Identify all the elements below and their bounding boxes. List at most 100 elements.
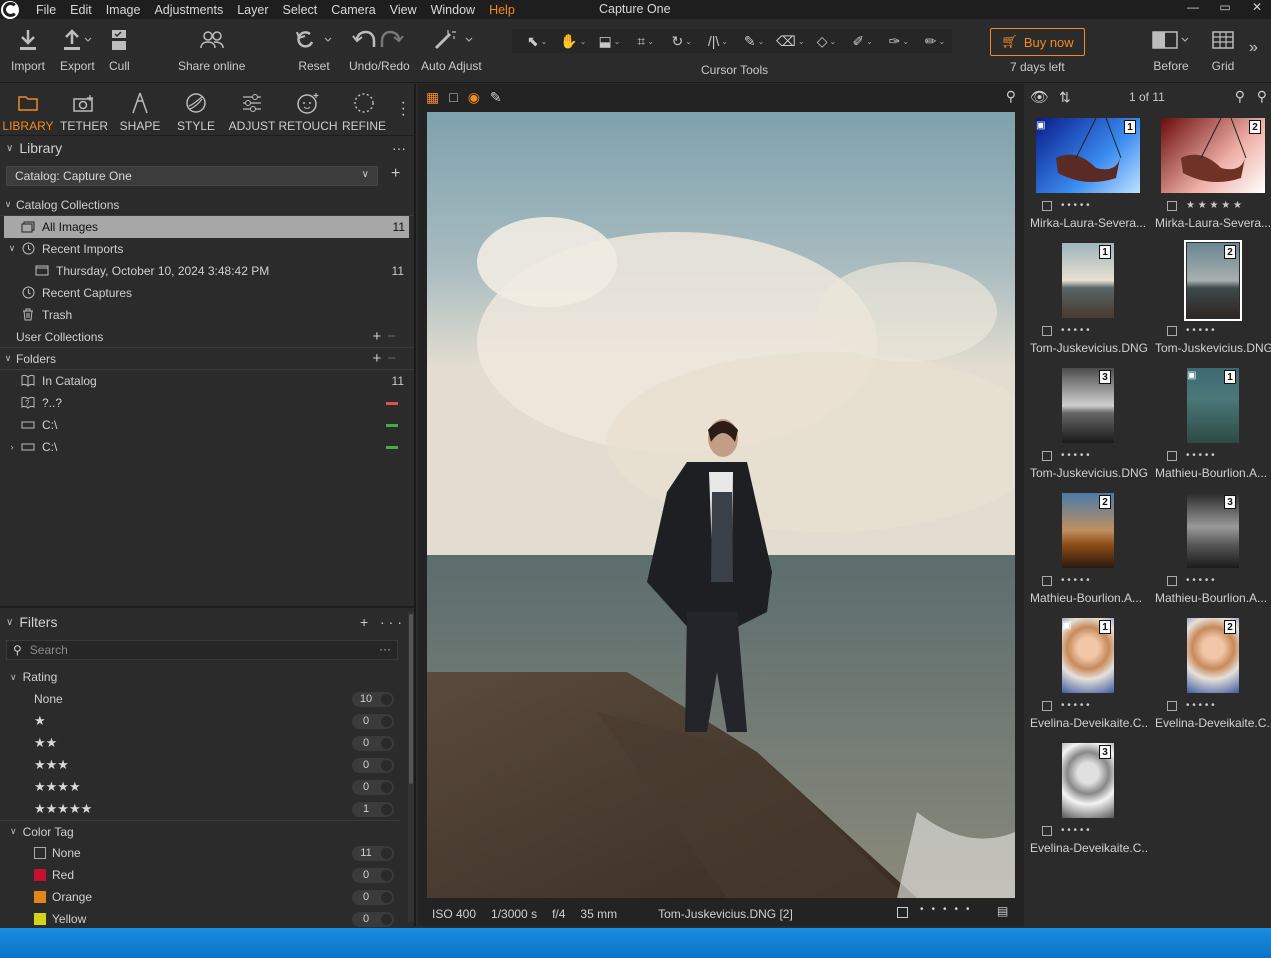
thumbnail-9[interactable]: ▣ 1 • • • • • Evelina-Deveikaite.C... bbox=[1026, 614, 1148, 739]
crop-tool-icon[interactable]: ⌗ ⌄ bbox=[629, 31, 663, 51]
tab-retouch[interactable]: RETOUCH bbox=[278, 84, 338, 135]
menu-window[interactable]: Window bbox=[431, 3, 475, 17]
close-icon[interactable]: ✕ bbox=[1251, 0, 1263, 14]
cull-button[interactable]: Cull bbox=[109, 25, 130, 73]
brush-tool-icon[interactable]: ✐ ⌄ bbox=[846, 31, 880, 51]
tab-shape[interactable]: SHAPE bbox=[112, 84, 168, 135]
hand-tool-icon[interactable]: ✋ ⌄ bbox=[556, 31, 590, 51]
keystone-tool-icon[interactable]: /|\ ⌄ bbox=[701, 31, 735, 51]
annotation-icon[interactable]: ✎ bbox=[490, 89, 502, 106]
rating-filter-5[interactable]: ★★★★★ 1 bbox=[0, 798, 400, 820]
folder-unknown[interactable]: ? ?..? bbox=[0, 392, 414, 414]
add-catalog-icon[interactable]: + bbox=[391, 165, 400, 183]
annotate-tool-icon[interactable]: ✏ ⌄ bbox=[918, 31, 952, 51]
select-cursor-icon[interactable]: ⬉ ⌄ bbox=[520, 31, 554, 51]
add-filter-icon[interactable]: + ··· bbox=[360, 614, 406, 630]
mask-tool-icon[interactable]: ◇ ⌄ bbox=[809, 31, 843, 51]
multi-view-icon[interactable]: ▦ bbox=[426, 89, 439, 106]
thumbnail-1[interactable]: ▣ 1 • • • • • Mirka-Laura-Severa... bbox=[1026, 114, 1148, 239]
folders-header[interactable]: ∨ Folders +− bbox=[0, 348, 414, 370]
menu-view[interactable]: View bbox=[390, 3, 417, 17]
auto-adjust-button[interactable]: Auto Adjust bbox=[421, 25, 482, 73]
rating-filter-1[interactable]: ★ 0 bbox=[0, 710, 400, 732]
color-filter-orange[interactable]: Orange 0 bbox=[0, 886, 400, 908]
grid-button[interactable]: Grid bbox=[1211, 25, 1235, 73]
more-horizontal-icon[interactable]: ··· bbox=[379, 642, 391, 656]
zoom-icon[interactable]: ⚲ bbox=[1235, 88, 1245, 105]
search-icon[interactable]: ⚲ bbox=[1257, 88, 1267, 105]
tab-tether[interactable]: TETHER bbox=[56, 84, 112, 135]
minimize-icon[interactable]: — bbox=[1187, 0, 1199, 14]
rating-filter-3[interactable]: ★★★ 0 bbox=[0, 754, 400, 776]
color-filter-yellow[interactable]: Yellow 0 bbox=[0, 908, 400, 930]
sort-icon[interactable]: ⇅ bbox=[1059, 89, 1071, 106]
color-filter-none[interactable]: None 11 bbox=[0, 842, 400, 864]
chevron-right-icon[interactable]: › bbox=[4, 442, 20, 452]
zoom-icon[interactable]: ⚲ bbox=[1006, 88, 1016, 105]
collection-trash[interactable]: Trash bbox=[0, 304, 414, 326]
thumb-rating[interactable]: ★ ★ ★ ★ ★ bbox=[1167, 200, 1242, 211]
thumb-rating[interactable]: • • • • • bbox=[1167, 700, 1215, 711]
rating-filter-4[interactable]: ★★★★ 0 bbox=[0, 776, 400, 798]
toolbar-overflow-icon[interactable]: » bbox=[1249, 39, 1258, 57]
reset-button[interactable]: Reset bbox=[294, 25, 334, 73]
collection-all-images[interactable]: All Images 11 bbox=[4, 216, 409, 238]
catalog-dropdown[interactable]: Catalog: Capture One ∨ bbox=[6, 166, 378, 186]
thumb-rating[interactable]: • • • • • bbox=[1167, 575, 1215, 586]
picker-tool-icon[interactable]: ✑ ⌄ bbox=[882, 31, 916, 51]
thumbnail-7[interactable]: 2 • • • • • Mathieu-Bourlion.A... bbox=[1026, 489, 1148, 614]
folder-in-catalog[interactable]: In Catalog 11 bbox=[0, 370, 414, 392]
menu-adjustments[interactable]: Adjustments bbox=[154, 3, 223, 17]
thumbnail-10[interactable]: 2 • • • • • Evelina-Deveikaite.C... bbox=[1151, 614, 1271, 739]
single-view-icon[interactable]: □ bbox=[449, 89, 457, 105]
thumb-rating[interactable]: • • • • • bbox=[1042, 200, 1090, 211]
tab-library[interactable]: LIBRARY bbox=[0, 84, 56, 135]
filters-scrollbar[interactable] bbox=[408, 612, 414, 922]
add-remove-icon[interactable]: +− bbox=[372, 350, 402, 367]
menu-image[interactable]: Image bbox=[106, 3, 141, 17]
color-tag-header[interactable]: ∨ Color Tag bbox=[0, 820, 400, 842]
thumb-rating[interactable]: • • • • • bbox=[1167, 325, 1215, 336]
maximize-icon[interactable]: ▭ bbox=[1219, 0, 1231, 14]
rating-header[interactable]: ∨ Rating bbox=[0, 666, 400, 688]
tab-style[interactable]: STYLE bbox=[168, 84, 224, 135]
collection-recent-imports[interactable]: ∨ Recent Imports bbox=[0, 238, 414, 260]
library-section-header[interactable]: ∨ Library ··· bbox=[0, 136, 414, 160]
import-button[interactable]: Import bbox=[11, 25, 45, 73]
thumbnail-11[interactable]: 3 • • • • • Evelina-Deveikaite.C... bbox=[1026, 739, 1148, 864]
thumb-rating[interactable]: • • • • • bbox=[1042, 575, 1090, 586]
thumbnail-6[interactable]: ▣ 1 • • • • • Mathieu-Bourlion.A... bbox=[1151, 364, 1271, 489]
buy-now-button[interactable]: 🛒︎ Buy now bbox=[990, 28, 1085, 56]
color-filter-red[interactable]: Red 0 bbox=[0, 864, 400, 886]
more-vertical-icon[interactable]: · · · bbox=[401, 95, 406, 123]
catalog-collections-header[interactable]: ∨ Catalog Collections bbox=[0, 194, 414, 216]
thumbnail-5[interactable]: 3 • • • • • Tom-Juskevicius.DNG bbox=[1026, 364, 1148, 489]
eye-icon[interactable]: 👁︎ bbox=[1030, 88, 1049, 106]
tab-refine[interactable]: REFINE bbox=[336, 84, 392, 135]
collection-import-date[interactable]: Thursday, October 10, 2024 3:48:42 PM 11 bbox=[0, 260, 414, 282]
collection-recent-captures[interactable]: Recent Captures bbox=[0, 282, 414, 304]
app-logo-icon[interactable] bbox=[1, 0, 19, 19]
menu-layer[interactable]: Layer bbox=[237, 3, 268, 17]
undo-redo-button[interactable]: Undo/Redo bbox=[349, 25, 410, 73]
tag-checkbox[interactable] bbox=[897, 907, 908, 918]
thumbnail-4-selected[interactable]: 2 • • • • • Tom-Juskevicius.DNG bbox=[1151, 239, 1271, 364]
tab-adjust[interactable]: ADJUST bbox=[224, 84, 280, 135]
eraser-tool-icon[interactable]: ⌫ ⌄ bbox=[773, 31, 807, 51]
rating-filter-none[interactable]: None 10 bbox=[0, 688, 400, 710]
main-photo[interactable] bbox=[427, 112, 1015, 898]
thumbnail-3[interactable]: 1 • • • • • Tom-Juskevicius.DNG bbox=[1026, 239, 1148, 364]
user-collections-header[interactable]: User Collections +− bbox=[0, 326, 414, 348]
folder-drive-2[interactable]: › C:\ bbox=[0, 436, 414, 458]
filters-header[interactable]: ∨ Filters + ··· bbox=[0, 610, 414, 634]
thumb-rating[interactable]: • • • • • bbox=[1167, 450, 1215, 461]
folder-drive-1[interactable]: C:\ bbox=[0, 414, 414, 436]
pan-tool-icon[interactable]: ⬓ ⌄ bbox=[592, 31, 626, 51]
share-online-button[interactable]: Share online bbox=[178, 25, 245, 73]
thumb-rating[interactable]: • • • • • bbox=[1042, 700, 1090, 711]
spot-tool-icon[interactable]: ✎ ⌄ bbox=[737, 31, 771, 51]
rating-filter-2[interactable]: ★★ 0 bbox=[0, 732, 400, 754]
before-button[interactable]: Before bbox=[1151, 25, 1191, 73]
rotate-tool-icon[interactable]: ↻ ⌄ bbox=[665, 31, 699, 51]
thumb-rating[interactable]: • • • • • bbox=[1042, 450, 1090, 461]
